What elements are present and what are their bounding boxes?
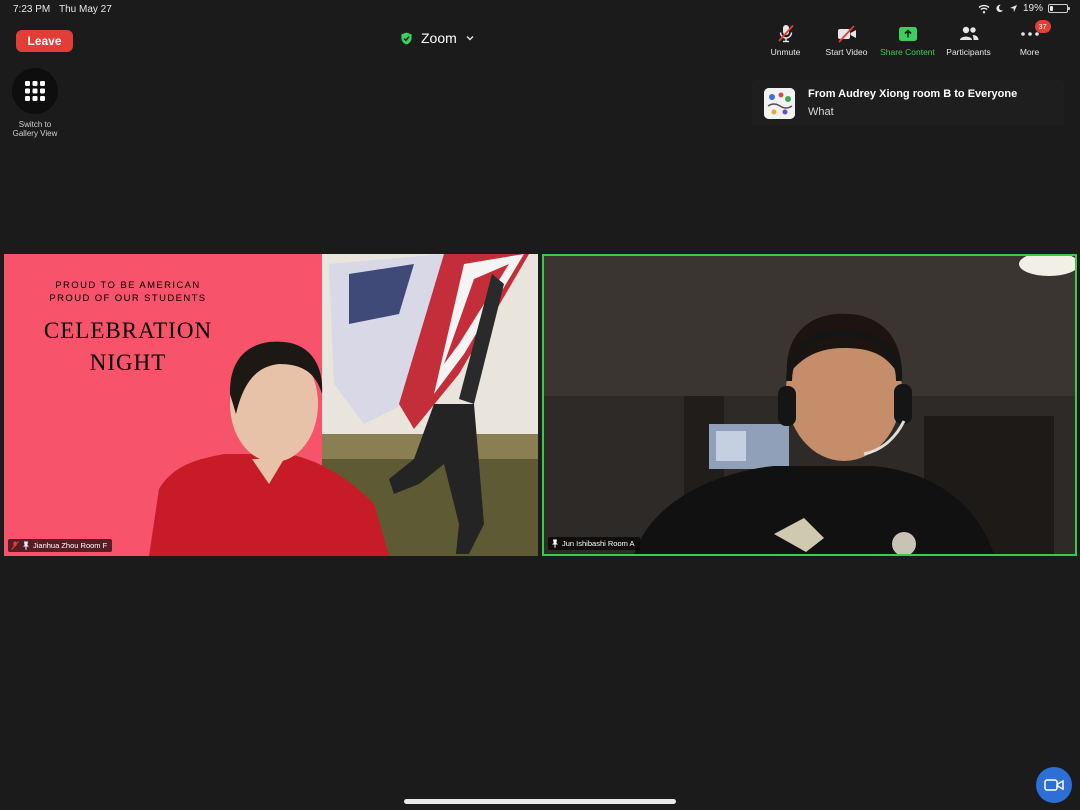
video-tile-jun[interactable]: Jun Ishibashi Room A: [542, 254, 1077, 556]
participants-icon: [959, 26, 978, 40]
share-content-button[interactable]: Share Content: [877, 24, 938, 57]
switch-to-gallery-label: Switch to Gallery View: [6, 120, 64, 138]
participants-label: Participants: [946, 47, 991, 57]
banner-line-2: PROUD OF OUR STUDENTS: [49, 293, 206, 304]
participant-video: [544, 256, 1075, 554]
virtual-background-image: PROUD TO BE AMERICAN PROUD OF OUR STUDEN…: [4, 254, 538, 556]
participant-name: Jianhua Zhou Room F: [33, 541, 108, 550]
meeting-title: Zoom: [421, 30, 457, 46]
location-arrow-icon: [1009, 4, 1018, 13]
meeting-title-menu[interactable]: Zoom: [400, 29, 475, 47]
home-indicator[interactable]: [404, 799, 676, 804]
status-date: Thu May 27: [59, 4, 112, 15]
chat-message: What: [808, 106, 834, 118]
sender-avatar: [764, 87, 795, 119]
banner-headline-1: CELEBRATION: [44, 318, 212, 343]
pin-icon: [552, 539, 558, 548]
moon-icon: [996, 4, 1004, 13]
gallery-label-line1: Switch to: [18, 120, 52, 129]
more-button[interactable]: 37 More: [999, 20, 1060, 57]
leave-button[interactable]: Leave: [16, 30, 73, 52]
chat-notification[interactable]: From Audrey Xiong room B to Everyone Wha…: [752, 80, 1064, 126]
microphone-muted-icon: [777, 24, 794, 43]
more-label: More: [1019, 47, 1040, 57]
participants-button[interactable]: Participants: [938, 24, 999, 57]
switch-to-gallery-button[interactable]: [12, 68, 58, 114]
battery-percent: 19%: [1022, 3, 1043, 14]
battery-icon: [1048, 4, 1070, 13]
start-video-button[interactable]: Start Video: [816, 24, 877, 57]
unmute-label: Unmute: [770, 47, 801, 57]
participant-name-tag: Jianhua Zhou Room F: [8, 539, 113, 552]
participant-name: Jun Ishibashi Room A: [562, 539, 635, 548]
shield-check-icon: [401, 31, 412, 45]
chevron-down-icon: [466, 36, 474, 41]
microphone-muted-icon: [11, 541, 19, 550]
status-time: 7:23 PM: [13, 4, 51, 15]
banner-headline-2: NIGHT: [90, 350, 167, 375]
status-bar: 7:23 PM Thu May 27 19%: [0, 0, 1080, 20]
start-video-label: Start Video: [825, 47, 868, 57]
status-indicators: 19%: [978, 3, 1070, 14]
self-view-camera-button[interactable]: [1036, 767, 1072, 803]
share-screen-icon: [898, 26, 917, 41]
video-camera-icon: [1044, 779, 1064, 791]
video-camera-off-icon: [837, 25, 856, 43]
pin-icon: [23, 541, 29, 550]
wifi-icon: [978, 4, 990, 13]
grid-icon: [25, 81, 45, 101]
meeting-toolbar: Unmute Start Video Share Content Partici…: [755, 20, 1060, 57]
participant-name-tag: Jun Ishibashi Room A: [548, 537, 640, 550]
video-tile-jianhua[interactable]: PROUD TO BE AMERICAN PROUD OF OUR STUDEN…: [4, 254, 538, 556]
notification-badge: 37: [1034, 20, 1051, 33]
unmute-button[interactable]: Unmute: [755, 24, 816, 57]
banner-line-1: PROUD TO BE AMERICAN: [55, 280, 200, 291]
battery-level: [1050, 6, 1053, 11]
gallery-label-line2: Gallery View: [12, 129, 58, 138]
share-content-label: Share Content: [880, 47, 935, 57]
chat-sender: From Audrey Xiong room B to Everyone: [808, 88, 1018, 100]
